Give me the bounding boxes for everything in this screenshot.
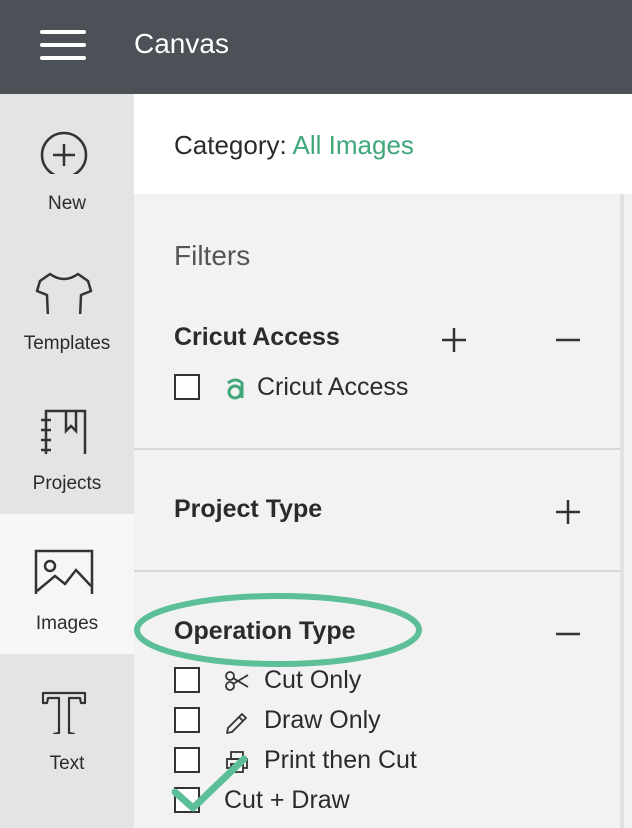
checkbox-draw-only[interactable]	[174, 707, 200, 733]
section-title-cricut-access: Cricut Access	[174, 323, 340, 351]
category-text: Category: All Images	[174, 130, 414, 161]
sidebar-label-images: Images	[35, 613, 99, 634]
filter-option-cricut-access[interactable]: Cricut Access	[174, 373, 474, 406]
category-label: Category:	[174, 130, 287, 160]
filter-option-cut-draw[interactable]: Cut + Draw	[174, 786, 434, 819]
checkbox-cut-only[interactable]	[174, 667, 200, 693]
left-sidebar: New Templates Projects Images Text	[0, 94, 134, 828]
sidebar-label-projects: Projects	[32, 473, 102, 494]
checkbox-print-then-cut[interactable]	[174, 747, 200, 773]
sidebar-item-templates[interactable]: Templates	[0, 234, 134, 374]
section-divider	[134, 448, 620, 450]
hamburger-icon[interactable]	[40, 28, 88, 62]
option-label-cricut-access: Cricut Access	[257, 373, 409, 401]
filters-title: Filters	[174, 240, 251, 271]
notebook-icon	[41, 409, 87, 454]
sidebar-item-text[interactable]: Text	[0, 654, 134, 794]
scrollbar-track[interactable]	[620, 194, 624, 828]
filter-option-cut-only[interactable]: Cut Only	[174, 666, 474, 699]
category-bar: Category: All Images	[134, 94, 632, 194]
sidebar-label-text: Text	[49, 753, 85, 774]
pencil-icon	[226, 713, 247, 734]
sidebar-item-images[interactable]: Images	[0, 514, 134, 654]
section-title-operation-type: Operation Type	[174, 617, 356, 645]
text-icon	[41, 691, 87, 734]
collapse-minus-icon[interactable]	[554, 326, 582, 354]
category-value[interactable]: All Images	[293, 130, 414, 160]
printer-icon	[226, 751, 248, 773]
option-label-print-then-cut: Print then Cut	[264, 746, 417, 774]
collapse-minus-icon[interactable]	[554, 620, 582, 648]
image-icon	[34, 549, 94, 594]
checkbox-cut-draw[interactable]	[174, 787, 200, 813]
expand-plus-icon[interactable]	[554, 498, 582, 526]
option-label-cut-draw: Cut + Draw	[224, 786, 350, 814]
tshirt-icon	[35, 272, 93, 314]
expand-plus-icon[interactable]	[440, 326, 468, 354]
scissors-icon	[225, 671, 249, 691]
sidebar-item-projects[interactable]: Projects	[0, 374, 134, 514]
option-label-cut-only: Cut Only	[264, 666, 362, 694]
sidebar-label-templates: Templates	[23, 333, 111, 354]
top-header: Canvas	[0, 0, 632, 94]
section-divider	[134, 570, 620, 572]
filter-panel: Category: All Images Filters Cricut Acce…	[134, 94, 632, 828]
filter-option-draw-only[interactable]: Draw Only	[174, 706, 474, 739]
section-title-project-type: Project Type	[174, 495, 323, 523]
sidebar-item-new[interactable]: New	[0, 94, 134, 234]
checkbox-cricut-access[interactable]	[174, 374, 200, 400]
plus-circle-icon	[40, 131, 88, 174]
option-label-draw-only: Draw Only	[264, 706, 381, 734]
app-title: Canvas	[134, 28, 229, 59]
sidebar-label-new: New	[47, 193, 86, 214]
cricut-access-icon	[227, 378, 244, 400]
filter-option-print-then-cut[interactable]: Print then Cut	[174, 746, 494, 779]
